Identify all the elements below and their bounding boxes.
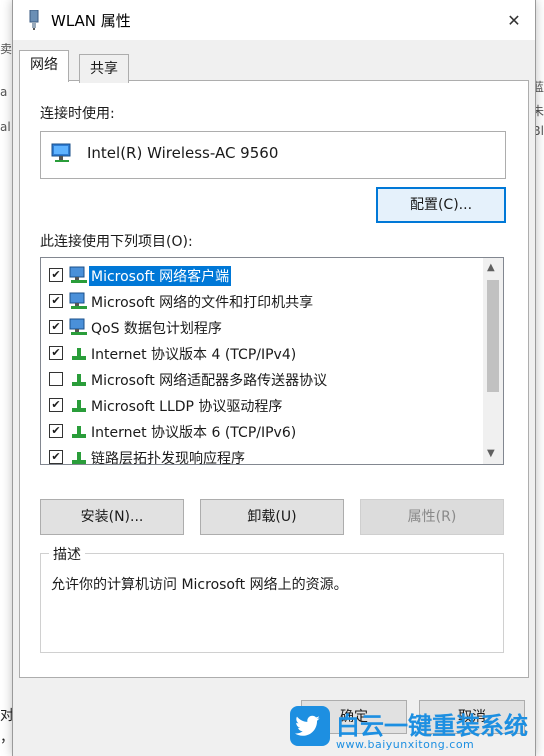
tab-sharing[interactable]: 共享 — [79, 54, 129, 83]
list-item[interactable]: ✔ Microsoft 网络客户端 — [41, 262, 481, 288]
close-button[interactable]: ✕ — [499, 6, 529, 34]
protocol-icon — [72, 348, 86, 360]
install-button[interactable]: 安装(N)... — [40, 499, 184, 535]
list-item[interactable]: ✔ QoS 数据包计划程序 — [41, 314, 481, 340]
list-scrollbar[interactable]: ▲ ▼ — [483, 258, 503, 464]
background-text: a — [0, 85, 8, 99]
description-text: 允许你的计算机访问 Microsoft 网络上的资源。 — [51, 577, 348, 593]
items-list[interactable]: ✔ Microsoft 网络客户端 ✔ Microsoft 网络的文件和打印机共… — [40, 257, 504, 465]
item-label: Microsoft LLDP 协议驱动程序 — [91, 399, 283, 415]
list-item[interactable]: Microsoft 网络适配器多路传送器协议 — [41, 366, 481, 392]
network-client-icon — [69, 292, 87, 309]
list-item[interactable]: ✔ Microsoft 网络的文件和打印机共享 — [41, 288, 481, 314]
wlan-adapter-icon — [29, 10, 39, 30]
item-checkbox[interactable]: ✔ — [49, 268, 63, 282]
network-client-icon — [69, 266, 87, 283]
item-checkbox[interactable]: ✔ — [49, 450, 63, 464]
list-item[interactable]: ✔ Internet 协议版本 6 (TCP/IPv6) — [41, 418, 481, 444]
item-label: Microsoft 网络适配器多路传送器协议 — [91, 373, 328, 389]
protocol-icon — [72, 400, 86, 412]
item-label: Microsoft 网络的文件和打印机共享 — [91, 295, 314, 311]
item-checkbox[interactable]: ✔ — [49, 294, 63, 308]
item-label: 链路层拓扑发现响应程序 — [91, 451, 245, 465]
connect-using-label: 连接时使用: — [40, 106, 115, 122]
list-item[interactable]: ✔ Internet 协议版本 4 (TCP/IPv4) — [41, 340, 481, 366]
uninstall-button[interactable]: 卸载(U) — [200, 499, 344, 535]
description-title: 描述 — [49, 544, 85, 564]
title-bar: WLAN 属性 ✕ — [13, 0, 535, 40]
item-label: QoS 数据包计划程序 — [91, 321, 222, 337]
watermark-url: www.baiyunxitong.com — [336, 738, 475, 751]
button-label: 卸载(U) — [247, 509, 297, 525]
scroll-thumb[interactable] — [487, 280, 499, 392]
window-title: WLAN 属性 — [51, 12, 131, 30]
tab-network[interactable]: 网络 — [19, 50, 69, 82]
item-label: Microsoft 网络客户端 — [89, 266, 232, 286]
list-item[interactable]: ✔ Microsoft LLDP 协议驱动程序 — [41, 392, 481, 418]
item-checkbox[interactable]: ✔ — [49, 424, 63, 438]
protocol-icon — [72, 426, 86, 438]
protocol-icon — [72, 374, 86, 386]
item-checkbox[interactable]: ✔ — [49, 398, 63, 412]
background-text: al — [0, 120, 11, 134]
item-label: Internet 协议版本 6 (TCP/IPv6) — [91, 425, 297, 441]
chevron-down-icon[interactable]: ▼ — [487, 448, 495, 459]
button-label: 安装(N)... — [80, 509, 144, 525]
adapter-display: Intel(R) Wireless-AC 9560 — [40, 131, 506, 179]
properties-button[interactable]: 属性(R) — [360, 499, 504, 535]
chevron-up-icon[interactable]: ▲ — [487, 262, 495, 273]
item-checkbox[interactable]: ✔ — [49, 320, 63, 334]
configure-button[interactable]: 配置(C)... — [376, 187, 506, 223]
adapter-name: Intel(R) Wireless-AC 9560 — [87, 144, 279, 162]
protocol-icon — [72, 452, 86, 464]
item-checkbox[interactable] — [49, 372, 63, 386]
tab-label: 网络 — [30, 57, 58, 73]
watermark: 白云一键重装系统 www.baiyunxitong.com — [290, 706, 540, 752]
network-tab-panel: 连接时使用: Intel(R) Wireless-AC 9560 配置(C)..… — [19, 80, 529, 678]
button-label: 属性(R) — [407, 509, 457, 525]
twitter-bird-logo-icon — [290, 706, 330, 746]
background-text: 卖 — [0, 42, 13, 56]
close-icon: ✕ — [507, 10, 521, 30]
button-label: 配置(C)... — [409, 197, 473, 213]
list-item[interactable]: ✔ 链路层拓扑发现响应程序 — [41, 444, 481, 465]
item-label: Internet 协议版本 4 (TCP/IPv4) — [91, 347, 297, 363]
network-client-icon — [69, 318, 87, 335]
wlan-properties-dialog: WLAN 属性 ✕ 网络 共享 连接时使用: Intel(R) Wireless… — [12, 0, 536, 756]
watermark-title: 白云一键重装系统 — [336, 712, 528, 740]
item-checkbox[interactable]: ✔ — [49, 346, 63, 360]
network-adapter-icon — [51, 143, 71, 162]
items-label: 此连接使用下列项目(O): — [40, 234, 193, 250]
tab-label: 共享 — [90, 61, 118, 77]
description-group: 描述 允许你的计算机访问 Microsoft 网络上的资源。 — [40, 544, 504, 653]
